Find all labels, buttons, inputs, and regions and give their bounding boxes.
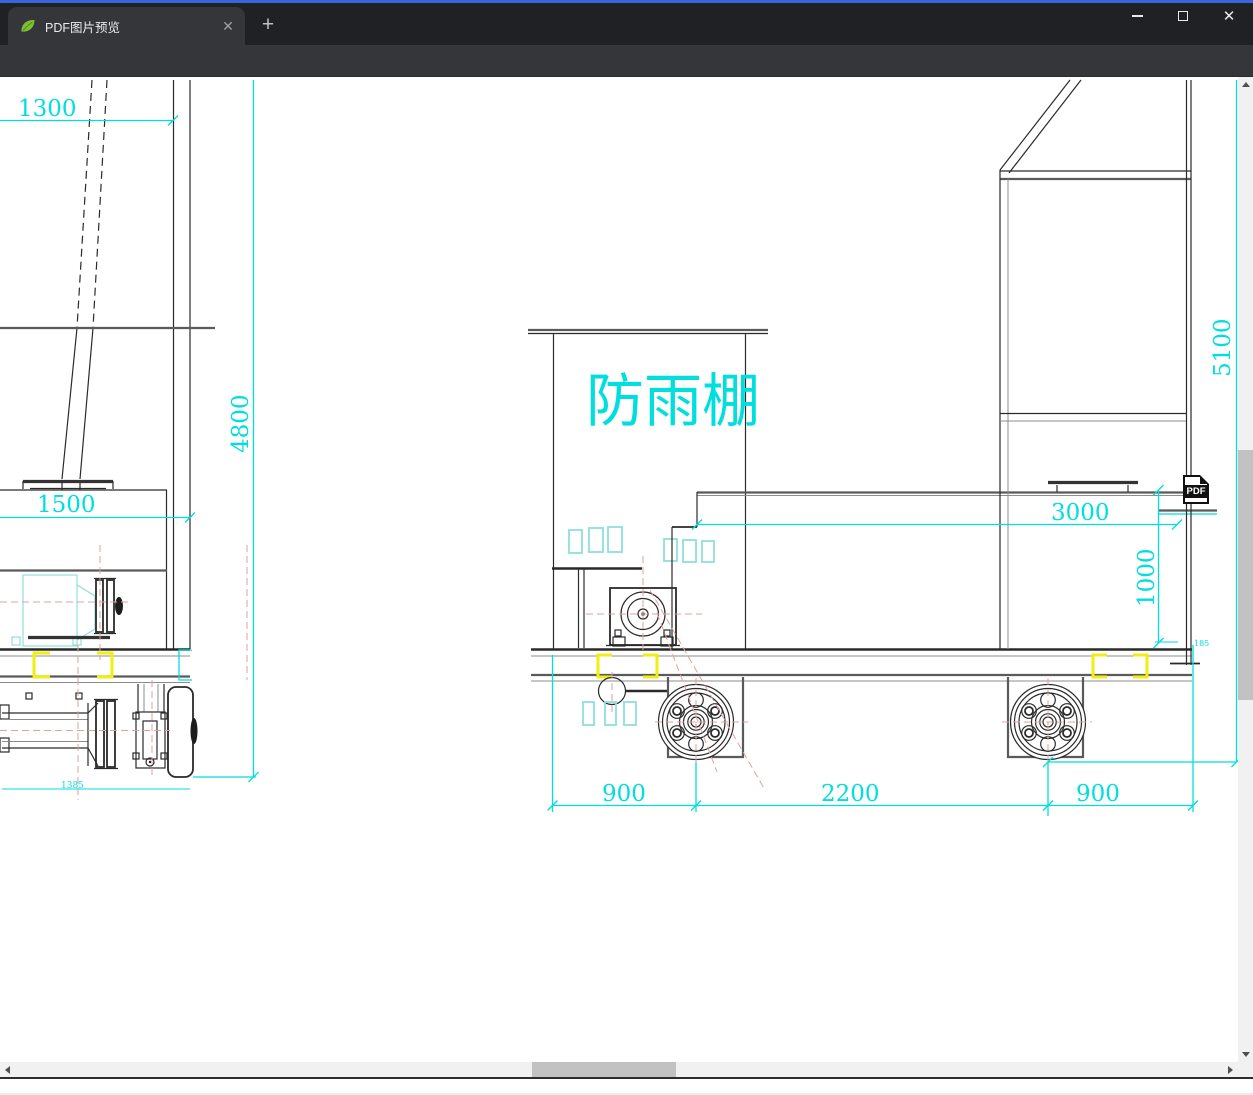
horizontal-scrollbar[interactable] [0,1062,1238,1077]
window-close-button[interactable]: ✕ [1206,0,1252,32]
dim-1385: 1385 [61,781,84,791]
window-minimize-button[interactable] [1114,0,1160,32]
tab-title: PDF图片预览 [45,20,121,35]
dim-1000: 1000 [1134,548,1160,607]
pdf-file-badge[interactable]: PDF [1183,475,1209,504]
window-accent-stripe [0,0,1253,3]
browser-titlebar: PDF图片预览 ✕ + ✕ [0,0,1253,45]
pdf-badge-label: PDF [1183,485,1209,498]
dim-3000: 3000 [1051,500,1110,526]
cad-middle-view: 防雨棚 [528,328,1217,791]
cad-left-dimensions: 1300 4800 1500 1385 [0,80,259,791]
cad-drawing: 1300 4800 1500 1385 防雨棚 3000 1000 185 51… [0,79,1242,816]
dim-900-left: 900 [602,781,646,807]
dim-900-right: 900 [1076,781,1120,807]
browser-tab[interactable]: PDF图片预览 ✕ [8,7,245,45]
pdf-badge-fold [1200,475,1209,484]
dim-2200: 2200 [821,781,880,807]
dim-offset: 185 [1194,639,1209,648]
window-maximize-button[interactable] [1160,0,1206,32]
dim-5100: 5100 [1210,318,1236,377]
dim-1500: 1500 [37,492,96,518]
scroll-down-arrow-icon[interactable] [1242,1052,1250,1057]
scroll-up-arrow-icon[interactable] [1242,82,1250,87]
browser-toolbar: localhost:8012/onlinePreview?url=http%3A… [0,45,1253,120]
horizontal-scrollbar-thumb[interactable] [532,1062,676,1077]
scroll-left-arrow-icon[interactable] [5,1066,10,1074]
tab-close-icon[interactable]: ✕ [217,18,239,35]
spring-leaf-favicon [21,19,35,32]
cad-left-view [0,79,248,800]
new-tab-button[interactable]: + [255,13,281,39]
vertical-scrollbar-thumb[interactable] [1238,450,1253,700]
scroll-right-arrow-icon[interactable] [1228,1066,1233,1074]
page-content: 1300 4800 1500 1385 防雨棚 3000 1000 185 51… [0,77,1253,1095]
dim-4800: 4800 [228,394,254,453]
cad-main-dimensions: 3000 1000 185 5100 900 2200 900 [547,80,1242,816]
cad-right-view [999,79,1192,665]
shed-label: 防雨棚 [586,367,760,435]
dim-1300: 1300 [18,96,77,122]
vertical-scrollbar[interactable] [1238,77,1253,1062]
